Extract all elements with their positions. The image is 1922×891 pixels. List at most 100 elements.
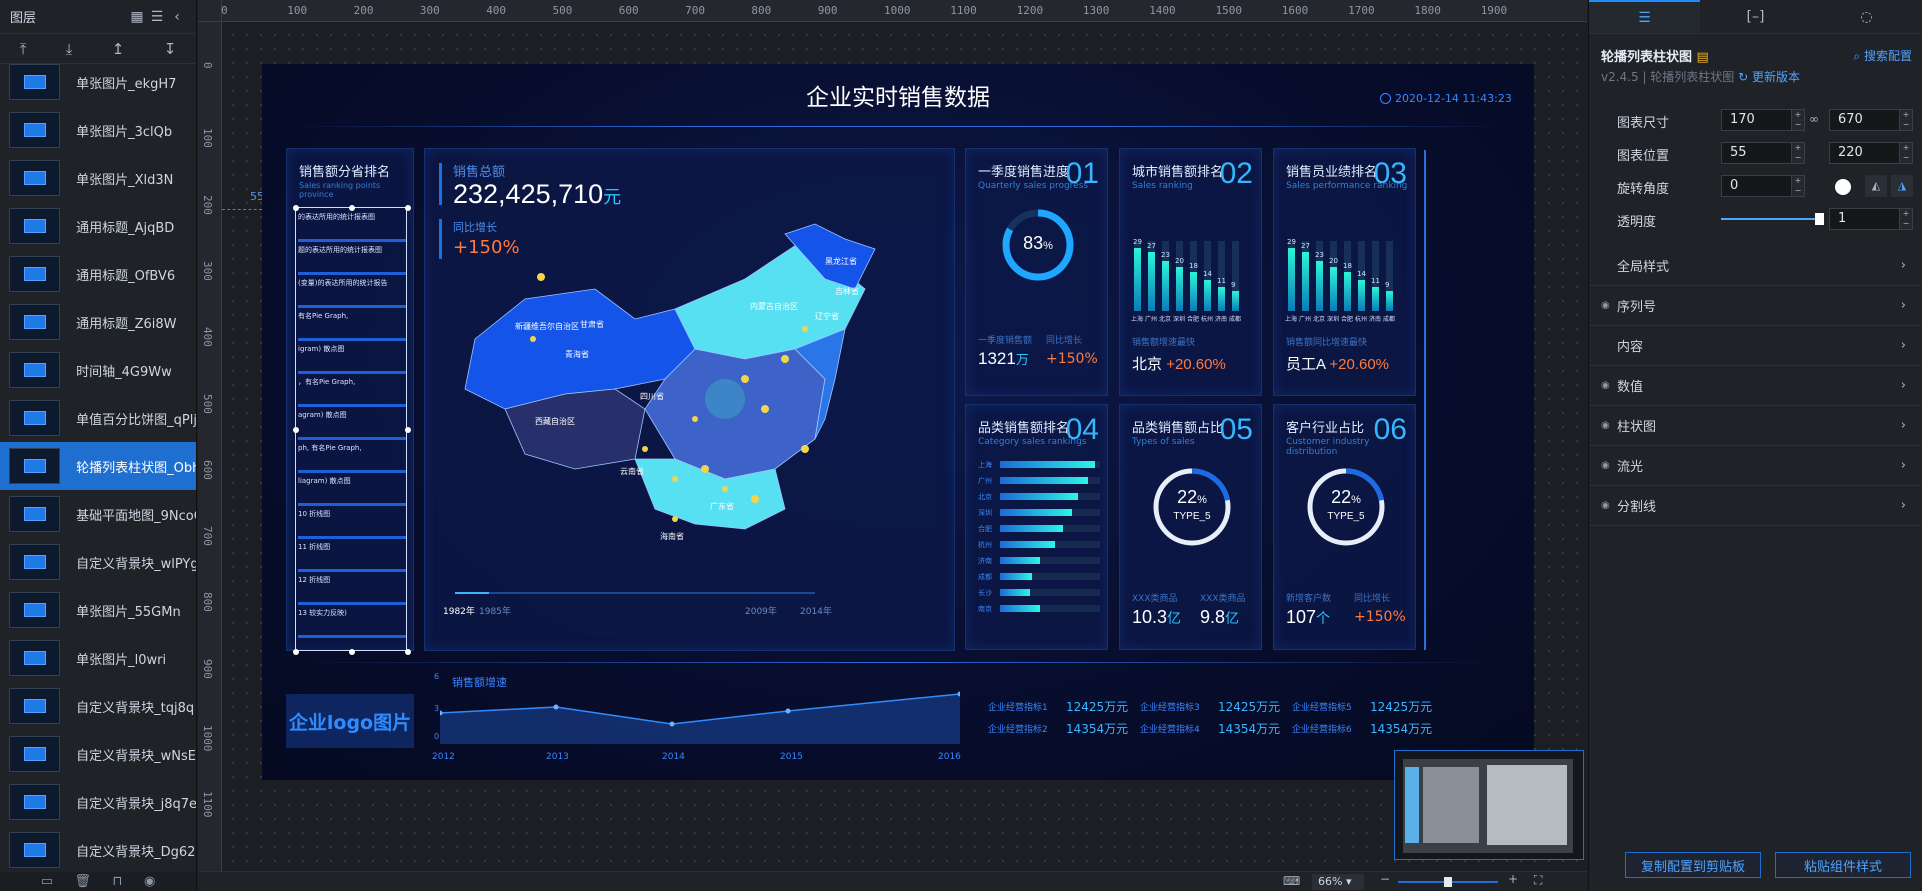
- width-input[interactable]: 170: [1721, 109, 1793, 131]
- update-version-link[interactable]: ↻ 更新版本: [1738, 70, 1800, 84]
- layer-item[interactable]: 单张图片_l0wri: [0, 634, 196, 682]
- layer-item[interactable]: 通用标题_OfBV6: [0, 250, 196, 298]
- rank-row[interactable]: 有名Pie Graph,: [298, 311, 406, 341]
- link-icon[interactable]: ∞: [1809, 112, 1819, 126]
- doc-icon[interactable]: ▤: [1697, 50, 1709, 65]
- trash-icon[interactable]: 🗑: [74, 874, 91, 889]
- width-stepper[interactable]: + −: [1791, 109, 1805, 131]
- resize-handle[interactable]: [405, 205, 411, 211]
- move-top-icon[interactable]: ⤒: [20, 40, 27, 58]
- opacity-input[interactable]: 1: [1829, 208, 1901, 230]
- list-view-icon[interactable]: ☰: [148, 9, 166, 25]
- rank-list[interactable]: 的表达所用的统计报表图 题的表达所用的统计报表图 (变量)的表达所用的统计报告 有名P…: [293, 205, 411, 655]
- opacity-slider[interactable]: [1721, 218, 1821, 220]
- layer-item[interactable]: 单值百分比饼图_qPljX: [0, 394, 196, 442]
- resize-handle[interactable]: [293, 427, 299, 433]
- visibility-icon[interactable]: ◉: [1601, 300, 1610, 311]
- x-input[interactable]: 55: [1721, 142, 1793, 164]
- rank-row[interactable]: 13 较实力反映): [298, 608, 406, 638]
- config-section[interactable]: ◉ 柱状图 ›: [1589, 406, 1922, 446]
- visibility-icon[interactable]: ◉: [1601, 460, 1610, 471]
- height-input[interactable]: 670: [1829, 109, 1901, 131]
- rank-row[interactable]: 11 折线图: [298, 542, 406, 572]
- visibility-icon[interactable]: ◉: [1601, 420, 1610, 431]
- rotation-stepper[interactable]: + −: [1791, 175, 1805, 197]
- rank-row[interactable]: 10 折线图: [298, 509, 406, 539]
- lock-icon[interactable]: ⊓: [112, 874, 122, 889]
- layer-item[interactable]: 单张图片_3clQb: [0, 106, 196, 154]
- layer-item[interactable]: 单张图片_ekgH7: [0, 58, 196, 106]
- config-section[interactable]: ◉ 分割线 ›: [1589, 486, 1922, 526]
- tab-interaction[interactable]: ◌: [1811, 0, 1922, 33]
- timeline-end[interactable]: 2014年: [800, 604, 832, 617]
- timeline-label[interactable]: 2009年: [745, 604, 777, 617]
- config-section[interactable]: 内容 ›: [1589, 326, 1922, 366]
- rank-row[interactable]: liagram) 散点图: [298, 476, 406, 506]
- search-config-link[interactable]: ⌕ 搜索配置: [1853, 47, 1912, 64]
- dashboard-preview[interactable]: 企业实时销售数据 2020-12-14 11:43:23 销售额分省排名 Sal…: [262, 64, 1534, 780]
- resize-handle[interactable]: [405, 427, 411, 433]
- rank-row[interactable]: 12 折线图: [298, 575, 406, 605]
- config-section[interactable]: ◉ 流光 ›: [1589, 446, 1922, 486]
- rank-row[interactable]: (变量)的表达所用的统计报告: [298, 278, 406, 308]
- resize-handle[interactable]: [293, 649, 299, 655]
- collapse-icon[interactable]: ‹: [168, 9, 186, 25]
- minimap[interactable]: [1394, 750, 1584, 860]
- resize-handle[interactable]: [349, 649, 355, 655]
- opacity-slider-thumb[interactable]: [1815, 213, 1824, 225]
- config-section[interactable]: ◉ 数值 ›: [1589, 366, 1922, 406]
- timeline-label[interactable]: 1985年: [479, 604, 511, 617]
- y-input[interactable]: 220: [1829, 142, 1901, 164]
- resize-handle[interactable]: [293, 205, 299, 211]
- folder-icon[interactable]: ▭: [41, 874, 53, 889]
- keyboard-icon[interactable]: ⌨: [1283, 874, 1300, 888]
- tab-config[interactable]: ☰: [1589, 0, 1700, 33]
- resize-handle[interactable]: [349, 205, 355, 211]
- move-down-icon[interactable]: ↧: [164, 40, 177, 58]
- visibility-icon[interactable]: ◉: [1601, 500, 1610, 511]
- grid-view-icon[interactable]: ▦: [128, 9, 146, 25]
- layer-item[interactable]: 通用标题_AjqBD: [0, 202, 196, 250]
- rotation-dial[interactable]: [1835, 179, 1851, 195]
- layer-item[interactable]: 自定义背景块_wlPYg: [0, 538, 196, 586]
- visibility-icon[interactable]: ◉: [1601, 380, 1610, 391]
- flip-horizontal-icon[interactable]: ◭: [1865, 175, 1887, 197]
- config-section[interactable]: 全局样式 ›: [1589, 246, 1922, 286]
- rank-row[interactable]: agram) 散点图: [298, 410, 406, 440]
- move-up-icon[interactable]: ↥: [112, 40, 125, 58]
- layer-item[interactable]: 基础平面地图_9NcoO: [0, 490, 196, 538]
- layer-item[interactable]: 自定义背景块_j8q7e: [0, 778, 196, 826]
- layer-item[interactable]: 轮播列表柱状图_Obhis: [0, 442, 196, 490]
- resize-handle[interactable]: [405, 649, 411, 655]
- layer-item[interactable]: 单张图片_Xld3N: [0, 154, 196, 202]
- rank-row[interactable]: ph, 有名Pie Graph,: [298, 443, 406, 473]
- rank-row[interactable]: 题的表达所用的统计报表图: [298, 245, 406, 275]
- scroll-rail[interactable]: [1424, 150, 1426, 650]
- layer-item[interactable]: 通用标题_Z6i8W: [0, 298, 196, 346]
- rank-row[interactable]: 的表达所用的统计报表图: [298, 212, 406, 242]
- zoom-out-icon[interactable]: −: [1380, 872, 1390, 886]
- flip-vertical-icon[interactable]: ◮: [1891, 175, 1913, 197]
- x-stepper[interactable]: + −: [1791, 142, 1805, 164]
- rotation-input[interactable]: 0: [1721, 175, 1793, 197]
- layer-item[interactable]: 自定义背景块_Dg62w: [0, 826, 196, 874]
- copy-config-button[interactable]: 复制配置到剪贴板: [1625, 852, 1761, 878]
- rank-row[interactable]: igram) 散点图: [298, 344, 406, 374]
- paste-style-button[interactable]: 粘贴组件样式: [1775, 852, 1911, 878]
- layer-item[interactable]: 自定义背景块_tqj8q: [0, 682, 196, 730]
- config-section[interactable]: ◉ 序列号 ›: [1589, 286, 1922, 326]
- layer-item[interactable]: 时间轴_4G9Ww: [0, 346, 196, 394]
- tab-data[interactable]: [–]: [1700, 0, 1811, 33]
- timeline-track[interactable]: [455, 592, 815, 594]
- zoom-in-icon[interactable]: +: [1508, 872, 1518, 886]
- layer-item[interactable]: 自定义背景块_wNsE9: [0, 730, 196, 778]
- height-stepper[interactable]: + −: [1899, 109, 1913, 131]
- move-bottom-icon[interactable]: ⤓: [66, 40, 73, 58]
- zoom-select[interactable]: 66% ▾: [1312, 874, 1364, 890]
- rank-row[interactable]: ，有名Pie Graph,: [298, 377, 406, 407]
- zoom-slider-thumb[interactable]: [1444, 877, 1452, 887]
- fit-screen-icon[interactable]: ⛶: [1534, 873, 1542, 888]
- opacity-stepper[interactable]: + −: [1899, 208, 1913, 230]
- eye-icon[interactable]: ◉: [144, 874, 155, 889]
- timeline-start[interactable]: 1982年: [443, 604, 475, 617]
